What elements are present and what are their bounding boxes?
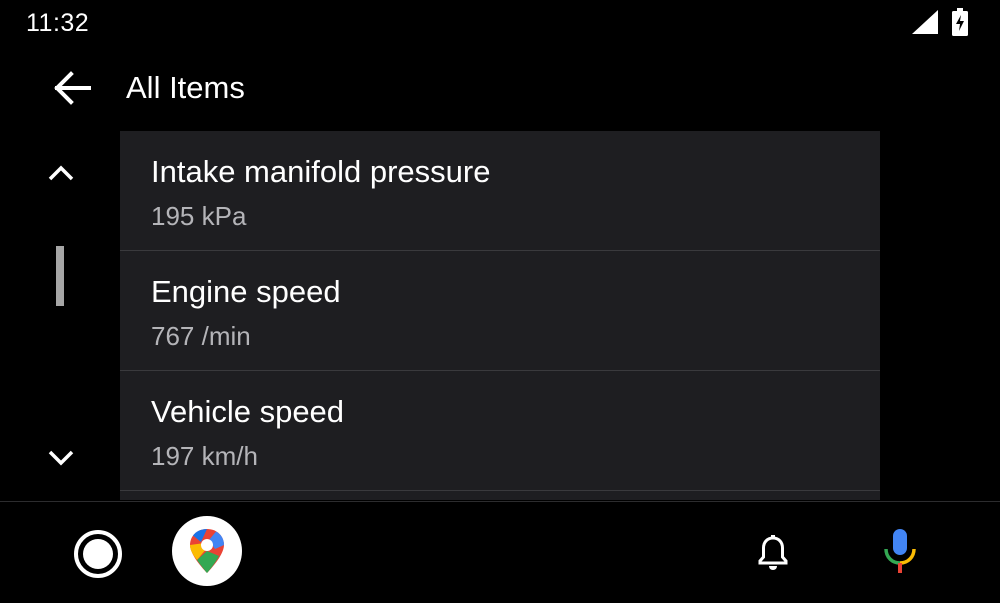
list-item-value: 767 /min [151, 321, 251, 351]
scroll-down-button[interactable] [40, 437, 82, 479]
scroll-thumb[interactable] [56, 246, 64, 306]
battery-charging-icon [952, 8, 968, 36]
scroll-up-button[interactable] [40, 152, 82, 194]
arrow-left-icon [54, 71, 91, 105]
items-list: Intake manifold pressure 195 kPa Engine … [120, 131, 880, 500]
bell-icon [758, 535, 788, 570]
chevron-up-icon [48, 165, 74, 181]
list-item-title: Vehicle speed [151, 394, 345, 429]
chevron-down-icon [48, 450, 74, 466]
google-maps-button[interactable] [172, 516, 242, 586]
microphone-icon [884, 529, 916, 573]
google-maps-icon [190, 529, 224, 573]
notifications-button[interactable] [748, 528, 798, 578]
home-button[interactable] [70, 526, 126, 582]
voice-assistant-button[interactable] [874, 522, 926, 582]
list-item-intake-manifold-pressure[interactable]: Intake manifold pressure 195 kPa [120, 131, 880, 251]
list-item-value: 195 kPa [151, 201, 247, 231]
status-bar: 11:32 [0, 0, 1000, 46]
status-time: 11:32 [26, 9, 90, 37]
list-item-title: Engine speed [151, 274, 341, 309]
bottom-nav-bar [0, 501, 1000, 603]
home-circle-icon [74, 530, 122, 578]
list-item-vehicle-speed[interactable]: Vehicle speed 197 km/h [120, 371, 880, 491]
list-item-title: Intake manifold pressure [151, 154, 491, 189]
signal-icon [912, 10, 938, 34]
page-title: All Items [126, 70, 245, 105]
back-button[interactable] [48, 64, 96, 112]
list-item-value: 197 km/h [151, 441, 258, 471]
list-item-engine-speed[interactable]: Engine speed 767 /min [120, 251, 880, 371]
